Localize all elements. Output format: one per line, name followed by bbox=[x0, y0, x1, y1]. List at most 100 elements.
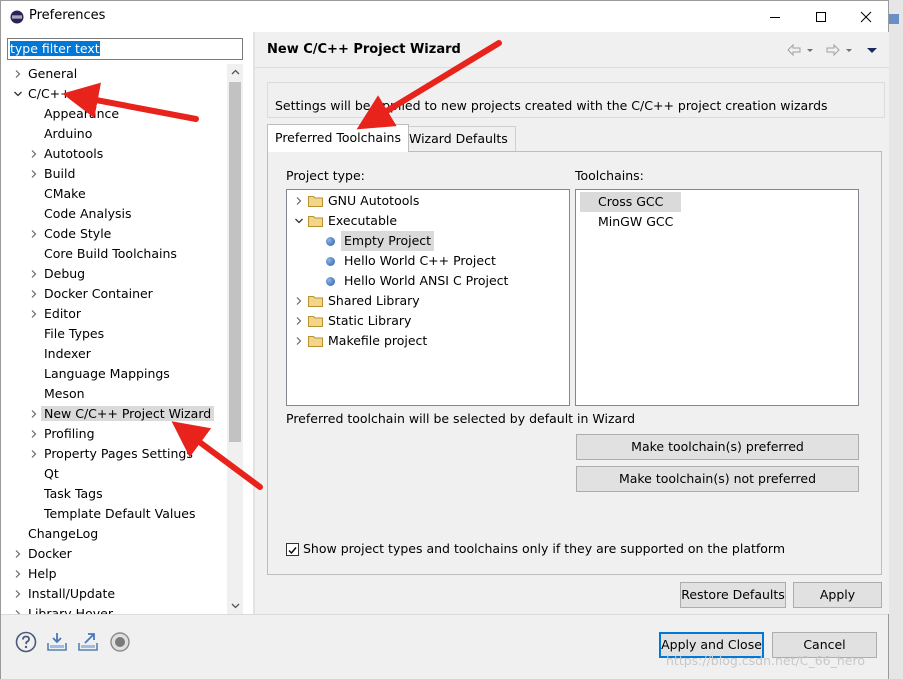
chevron-right-icon[interactable] bbox=[28, 444, 40, 464]
project-type-gnu-autotools[interactable]: GNU Autotools bbox=[287, 191, 569, 211]
close-button[interactable] bbox=[843, 1, 889, 32]
record-icon[interactable] bbox=[109, 631, 131, 653]
chevron-right-icon[interactable] bbox=[293, 331, 305, 351]
tree-item-indexer[interactable]: Indexer bbox=[41, 344, 94, 364]
tree-item-label: Task Tags bbox=[44, 486, 103, 501]
scroll-down-arrow-icon[interactable] bbox=[227, 598, 243, 614]
tree-item-task-tags[interactable]: Task Tags bbox=[41, 484, 106, 504]
tree-item-autotools[interactable]: Autotools bbox=[31, 144, 106, 164]
chevron-right-icon[interactable] bbox=[28, 304, 40, 324]
tree-item-code-analysis[interactable]: Code Analysis bbox=[41, 204, 134, 224]
project-type-empty-project[interactable]: Empty Project bbox=[287, 231, 569, 251]
tree-item-debug[interactable]: Debug bbox=[31, 264, 88, 284]
tree-item-qt[interactable]: Qt bbox=[41, 464, 62, 484]
tree-item-cmake[interactable]: CMake bbox=[41, 184, 89, 204]
chevron-right-icon[interactable] bbox=[293, 311, 305, 331]
tree-item-label: Debug bbox=[44, 266, 86, 281]
minimize-icon bbox=[770, 16, 780, 18]
show-supported-checkbox[interactable] bbox=[286, 543, 299, 556]
tab-preferred-toolchains[interactable]: Preferred Toolchains bbox=[267, 124, 409, 152]
help-icon[interactable] bbox=[15, 631, 37, 653]
maximize-button[interactable] bbox=[798, 1, 844, 32]
chevron-right-icon[interactable] bbox=[28, 144, 40, 164]
tree-item-language-mappings[interactable]: Language Mappings bbox=[41, 364, 173, 384]
tree-item-code-style[interactable]: Code Style bbox=[31, 224, 114, 244]
view-menu-button[interactable] bbox=[866, 41, 878, 59]
chevron-right-icon[interactable] bbox=[12, 584, 24, 604]
toolchain-label: Cross GCC bbox=[580, 192, 682, 212]
dialog-button-bar: Apply and Close Cancel https://blog.csdn… bbox=[1, 614, 888, 679]
tree-item-library-hover[interactable]: Library Hover bbox=[15, 604, 116, 614]
tree-item-new-c-c-project-wizard[interactable]: New C/C++ Project Wizard bbox=[31, 404, 215, 424]
toolchain-item-mingw-gcc[interactable]: MinGW GCC bbox=[580, 212, 691, 232]
scroll-up-arrow-icon[interactable] bbox=[227, 64, 243, 80]
project-type-label: Hello World C++ Project bbox=[344, 253, 496, 268]
tree-item-meson[interactable]: Meson bbox=[41, 384, 88, 404]
page-title: New C/C++ Project Wizard bbox=[267, 42, 461, 57]
chevron-right-icon[interactable] bbox=[293, 191, 305, 211]
tree-item-docker-container[interactable]: Docker Container bbox=[31, 284, 156, 304]
tree-item-docker[interactable]: Docker bbox=[15, 544, 75, 564]
tree-scrollbar[interactable] bbox=[227, 64, 243, 614]
tree-item-label: C/C++ bbox=[28, 86, 71, 101]
watermark-text: https://blog.csdn.net/C_66_hero bbox=[666, 653, 865, 668]
make-not-preferred-button[interactable]: Make toolchain(s) not preferred bbox=[576, 466, 859, 492]
tree-item-profiling[interactable]: Profiling bbox=[31, 424, 98, 444]
tree-item-core-build-toolchains[interactable]: Core Build Toolchains bbox=[41, 244, 180, 264]
project-type-makefile-project[interactable]: Makefile project bbox=[287, 331, 569, 351]
chevron-right-icon[interactable] bbox=[12, 564, 24, 584]
tree-item-general[interactable]: General bbox=[15, 64, 80, 84]
project-type-shared-library[interactable]: Shared Library bbox=[287, 291, 569, 311]
chevron-right-icon[interactable] bbox=[12, 604, 24, 614]
tree-item-appearance[interactable]: Appearance bbox=[41, 104, 122, 124]
forward-button[interactable] bbox=[825, 41, 854, 59]
tree-item-label: General bbox=[28, 66, 78, 81]
chevron-right-icon[interactable] bbox=[28, 264, 40, 284]
project-type-hello-world-c-project[interactable]: Hello World C++ Project bbox=[287, 251, 569, 271]
page-description: Settings will be applied to new projects… bbox=[267, 82, 885, 118]
forward-arrow-icon bbox=[826, 44, 840, 56]
tree-item-build[interactable]: Build bbox=[31, 164, 78, 184]
chevron-right-icon[interactable] bbox=[12, 544, 24, 564]
window-title: Preferences bbox=[29, 8, 106, 23]
chevron-right-icon[interactable] bbox=[28, 424, 40, 444]
folder-icon bbox=[308, 296, 323, 307]
project-type-static-library[interactable]: Static Library bbox=[287, 311, 569, 331]
project-type-executable[interactable]: Executable bbox=[287, 211, 569, 231]
apply-button[interactable]: Apply bbox=[793, 582, 882, 608]
tree-item-label: Build bbox=[44, 166, 76, 181]
tree-item-install-update[interactable]: Install/Update bbox=[15, 584, 118, 604]
minimize-button[interactable] bbox=[752, 1, 798, 32]
back-button[interactable] bbox=[786, 41, 815, 59]
tree-item-help[interactable]: Help bbox=[15, 564, 60, 584]
toolchain-item-cross-gcc[interactable]: Cross GCC bbox=[580, 192, 682, 212]
import-icon[interactable] bbox=[46, 631, 68, 653]
scrollbar-thumb[interactable] bbox=[229, 82, 241, 442]
chevron-down-icon[interactable] bbox=[293, 211, 305, 231]
chevron-right-icon[interactable] bbox=[12, 64, 24, 84]
filter-input[interactable]: type filter text bbox=[7, 38, 243, 60]
project-type-tree[interactable]: GNU Autotools Executable Empty Project Hell… bbox=[286, 189, 570, 406]
chevron-right-icon[interactable] bbox=[28, 404, 40, 424]
tree-item-editor[interactable]: Editor bbox=[31, 304, 84, 324]
tab-wizard-defaults[interactable]: Wizard Defaults bbox=[401, 126, 516, 152]
project-type-label: GNU Autotools bbox=[328, 193, 420, 208]
toolchains-list[interactable]: Cross GCC MinGW GCC bbox=[575, 189, 859, 406]
chevron-right-icon[interactable] bbox=[28, 284, 40, 304]
chevron-right-icon[interactable] bbox=[28, 224, 40, 244]
tree-item-file-types[interactable]: File Types bbox=[41, 324, 107, 344]
folder-icon bbox=[308, 316, 323, 327]
make-preferred-button[interactable]: Make toolchain(s) preferred bbox=[576, 434, 859, 460]
chevron-right-icon[interactable] bbox=[28, 164, 40, 184]
chevron-down-icon[interactable] bbox=[12, 84, 24, 104]
chevron-right-icon[interactable] bbox=[293, 291, 305, 311]
project-type-hello-world-ansi-c-project[interactable]: Hello World ANSI C Project bbox=[287, 271, 569, 291]
tree-item-template-default-values[interactable]: Template Default Values bbox=[41, 504, 199, 524]
restore-defaults-button[interactable]: Restore Defaults bbox=[680, 582, 786, 608]
tree-item-changelog[interactable]: ChangeLog bbox=[25, 524, 101, 544]
export-icon[interactable] bbox=[77, 631, 99, 653]
tree-item-c-c[interactable]: C/C++ bbox=[14, 84, 74, 104]
tree-item-label: Indexer bbox=[44, 346, 91, 361]
tree-item-arduino[interactable]: Arduino bbox=[41, 124, 95, 144]
tree-item-property-pages-settings[interactable]: Property Pages Settings bbox=[31, 444, 196, 464]
